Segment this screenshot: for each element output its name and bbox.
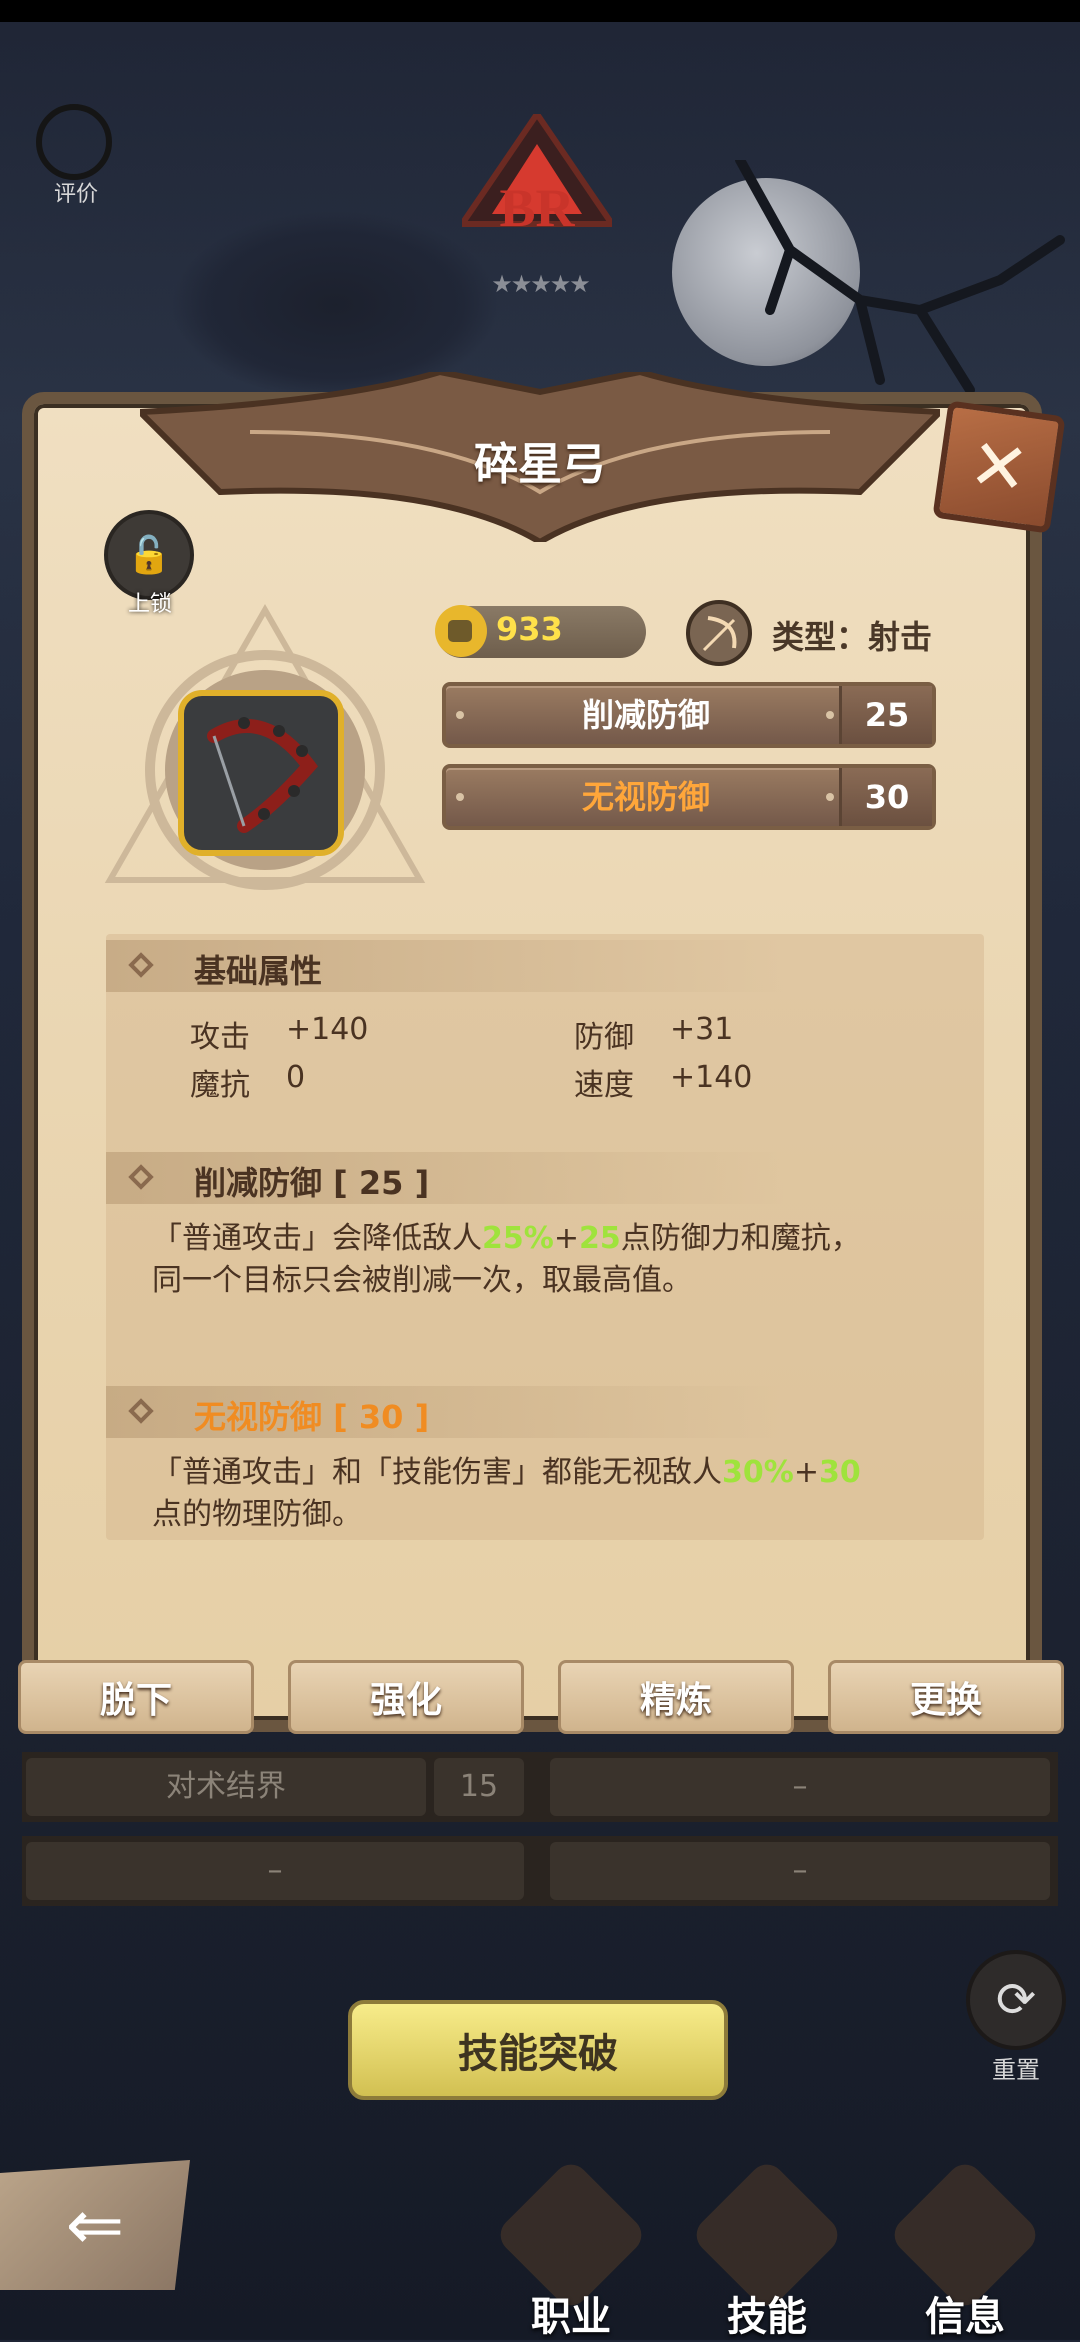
skill-empty: – [792,1769,808,1804]
diamond-icon [128,1398,154,1424]
attr-name: 魔抗 [190,1068,250,1103]
skill-breakthrough-button[interactable]: 技能突破 [348,2000,728,2100]
reset-button[interactable]: ⟳ [966,1950,1066,2050]
nav-label: 职业 [531,2294,611,2340]
weapon-type-label: 类型：射击 [772,618,933,656]
section-header-reduce-defense: 削减防御 [ 25 ] [106,1152,786,1204]
highlight-value: 25 [578,1221,621,1256]
highlight-value: 30% [722,1455,794,1490]
fist-icon [435,605,487,657]
desc-text: 同一个目标只会被削减一次，取最高值。 [152,1263,692,1298]
attr-value: +31 [670,1012,734,1047]
section-header-ignore-defense: 无视防御 [ 30 ] [106,1386,786,1438]
highlight-value: 30 [818,1455,861,1490]
close-icon: ✕ [964,422,1034,512]
attr-value: +140 [286,1012,369,1047]
ignore-defense-description: 「普通攻击」和「技能伤害」都能无视敌人30%+30 点的物理防御。 [152,1452,952,1536]
attr-value: +140 [670,1060,753,1095]
refine-button[interactable]: 精炼 [558,1660,794,1734]
back-button[interactable]: ⇐ [0,2160,190,2290]
rank-badge-text: BR [499,178,575,234]
diamond-icon [128,1164,154,1190]
nav-tab-class[interactable]: 职业 [493,2157,649,2340]
skill-name: 对术结界 [166,1769,286,1804]
rank-emblem-icon: BR [462,114,612,234]
desc-text: 点的物理防御。 [152,1497,362,1532]
attr-name: 攻击 [190,1020,250,1055]
status-bar [0,0,1080,22]
skill-empty: – [267,1853,283,1888]
panel-title: 碎星弓 [474,439,606,490]
nav-label: 信息 [925,2294,1005,2340]
unequip-button[interactable]: 脱下 [18,1660,254,1734]
highlight-value: 25% [482,1221,554,1256]
desc-text: 「普通攻击」和「技能伤害」都能无视敌人 [152,1455,722,1490]
nav-tab-info[interactable]: 信息 [887,2157,1043,2340]
desc-text: + [793,1455,819,1490]
attr-name: 防御 [574,1020,634,1055]
attr-value: 0 [286,1060,306,1095]
nav-label: 技能 [727,2294,807,2340]
bow-icon [207,717,319,833]
stat-bar-reduce-defense: 削减防御 25 [442,682,936,748]
nav-tab-skill[interactable]: 技能 [689,2157,845,2340]
item-icon-frame [178,690,344,856]
reduce-defense-description: 「普通攻击」会降低敌人25%+25点防御力和魔抗， 同一个目标只会被削减一次，取… [152,1218,952,1302]
desc-text: 点防御力和魔抗， [620,1221,861,1256]
rating-button[interactable] [36,104,112,180]
stat-name: 削减防御 [581,696,710,734]
lock-icon: 🔓 [126,535,172,576]
attr-name: 速度 [574,1068,634,1103]
section-title: 基础属性 [194,952,323,990]
desc-text: + [553,1221,579,1256]
close-button[interactable]: ✕ [932,400,1066,534]
skill-cell: – [550,1758,1050,1816]
stat-value: 25 [839,686,932,744]
stat-name: 无视防御 [581,778,710,816]
reset-label: 重置 [992,2056,1040,2084]
replace-button[interactable]: 更换 [828,1660,1064,1734]
skill-cell: 对术结界 [26,1758,426,1816]
rating-label: 评价 [53,182,98,207]
section-title: 无视防御 [ 30 ] [194,1398,430,1436]
diamond-icon [128,952,154,978]
stat-bar-ignore-defense: 无视防御 30 [442,764,936,830]
section-title: 削减防御 [ 25 ] [194,1164,430,1202]
skill-level: 15 [459,1769,499,1804]
skill-empty: – [792,1853,808,1888]
skill-level-cell: 15 [434,1758,524,1816]
skill-cell: – [550,1842,1050,1900]
attack-power-value: 933 [496,610,563,648]
desc-text: 「普通攻击」会降低敌人 [152,1221,482,1256]
stat-value: 30 [839,768,932,826]
enhance-button[interactable]: 强化 [288,1660,524,1734]
rank-stars: ★★★★★ [491,270,591,298]
skill-cell: – [26,1842,524,1900]
back-arrow-icon: ⇐ [65,2184,125,2266]
bow-type-icon [686,600,752,666]
refresh-icon: ⟳ [995,1972,1037,2028]
section-header-base: 基础属性 [106,940,786,992]
